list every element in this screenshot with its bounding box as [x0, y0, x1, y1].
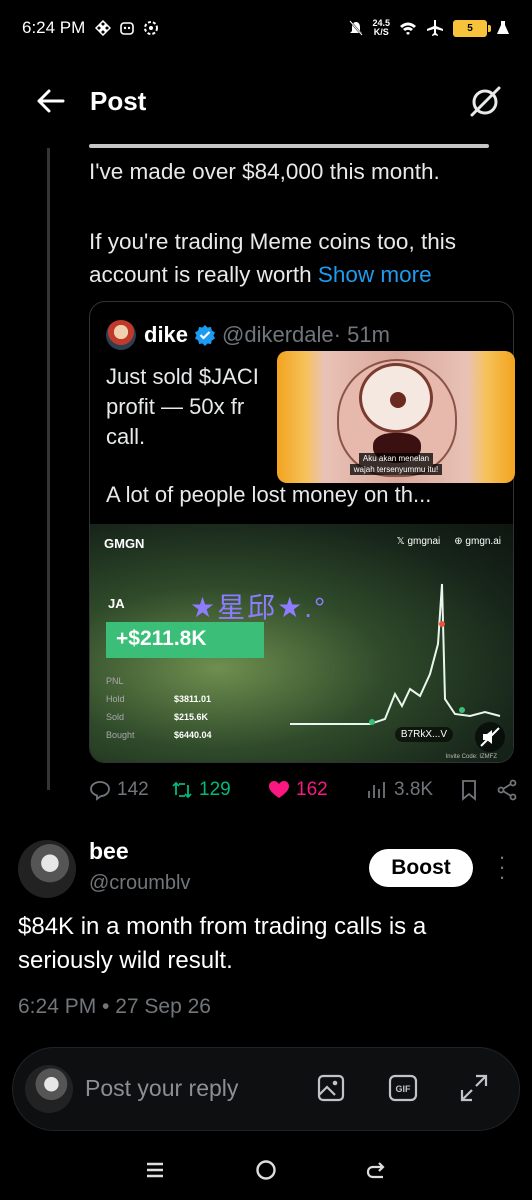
video-subtitle: Aku akan menelan wajah tersenyummu itu! [277, 453, 515, 475]
share-icon [497, 779, 517, 801]
cyclops-eye [359, 363, 433, 433]
quoted-author-handle[interactable]: @dikerdale [222, 322, 334, 348]
my-avatar [25, 1065, 73, 1113]
speaker-muted-icon [480, 727, 500, 747]
svg-text:GIF: GIF [396, 1084, 412, 1094]
share-button[interactable] [496, 779, 518, 801]
pip-video-player[interactable]: Aku akan menelan wajah tersenyummu itu! [277, 351, 515, 483]
invite-code: Invite Code: IZMFZ [445, 754, 497, 760]
back-arrow-icon[interactable] [30, 86, 70, 116]
reply-composer[interactable]: Post your reply GIF [12, 1047, 520, 1131]
binance-icon [95, 20, 112, 36]
verified-badge-icon [195, 325, 216, 346]
quoted-author-name[interactable]: dike [144, 322, 188, 348]
reply-author-handle[interactable]: @croumblv [89, 872, 190, 895]
reply-author-name[interactable]: bee [89, 838, 129, 865]
pnl-card-image[interactable]: GMGN 𝕏 gmgnai ⊕ gmgn.ai JA ★星邱★.° +$211.… [90, 524, 513, 762]
flask-icon [497, 21, 509, 34]
app-icon [120, 22, 135, 35]
page-title: Post [90, 85, 147, 116]
settings-icon [144, 21, 159, 35]
net-speed: 24.5 K/S [372, 18, 390, 37]
show-more-link[interactable]: Show more [318, 262, 432, 287]
quoted-avatar[interactable] [106, 320, 136, 350]
clipped-text-line [89, 132, 489, 148]
battery-icon: 5 [453, 19, 491, 37]
bookmark-button[interactable] [458, 779, 496, 801]
grok-icon[interactable] [468, 84, 502, 118]
reply-text: $84K in a month from trading calls is a … [18, 913, 427, 974]
post-text-line-1: I've made over $84,000 this month. [89, 159, 440, 184]
reply-input[interactable]: Post your reply [85, 1075, 238, 1102]
heart-filled-icon [269, 781, 289, 798]
mute-video-button[interactable] [475, 722, 505, 752]
reply-author-avatar[interactable] [18, 840, 76, 898]
repost-button[interactable]: 129 [171, 779, 268, 801]
view-count: 3.8K [394, 779, 434, 800]
post-actions: 142 129 162 3.8K [89, 775, 519, 805]
recents-icon[interactable] [144, 1159, 166, 1181]
expand-icon[interactable] [459, 1073, 489, 1103]
reply-button[interactable]: 142 [89, 779, 171, 801]
repost-icon [172, 781, 192, 799]
home-icon[interactable] [255, 1159, 277, 1181]
airplane-icon [427, 20, 443, 36]
reply-icon [90, 781, 110, 801]
mute-icon [349, 20, 364, 36]
system-nav-bar [0, 1140, 532, 1200]
thread-line [47, 148, 50, 790]
price-chart [290, 583, 501, 725]
token-address: B7RkX...V [394, 727, 453, 742]
image-icon[interactable] [316, 1073, 346, 1103]
bookmark-icon [462, 780, 476, 801]
post-text-line-2: If you're trading Meme coins too, this a… [89, 229, 456, 287]
reply-count: 142 [117, 779, 149, 800]
boost-button[interactable]: Boost [369, 849, 473, 887]
views-button[interactable]: 3.8K [366, 779, 458, 801]
back-nav-icon[interactable] [366, 1159, 388, 1181]
more-options-icon[interactable]: · · · [492, 846, 512, 888]
gif-icon[interactable]: GIF [388, 1073, 418, 1103]
repost-count: 129 [199, 779, 231, 800]
wifi-icon [400, 22, 416, 35]
top-bar: Post [0, 74, 532, 128]
like-count: 162 [296, 779, 328, 800]
views-icon [368, 782, 385, 798]
reply-timestamp: 6:24 PM • 27 Sep 26 [18, 995, 211, 1018]
status-bar: 6:24 PM 24.5 K/S 5 [0, 0, 532, 56]
like-button[interactable]: 162 [268, 779, 366, 801]
quoted-post-time: · 51m [333, 322, 390, 347]
status-time: 6:24 PM [22, 18, 86, 37]
